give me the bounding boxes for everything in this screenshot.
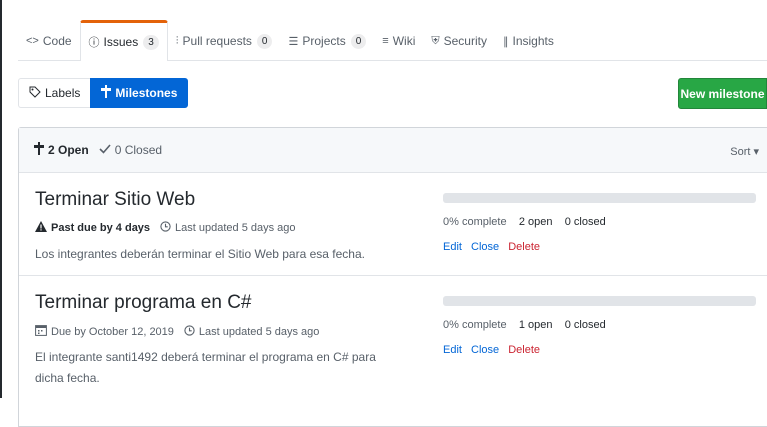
issue-icon: ⓘ: [88, 37, 100, 49]
tab-label: Pull requests: [182, 34, 252, 48]
labels-button[interactable]: Labels: [18, 78, 91, 108]
milestone-icon: [34, 142, 44, 158]
pull-request-icon: ⫶: [175, 34, 179, 47]
last-updated: Last updated 5 days ago: [175, 222, 296, 234]
milestone-meta: Past due by 4 days Last updated 5 days a…: [35, 221, 296, 235]
state-filter: 2 Open 0 Closed: [34, 142, 172, 158]
tag-icon: [29, 86, 41, 101]
milestone-actions: Edit Close Delete: [443, 344, 546, 356]
new-milestone-button[interactable]: New milestone: [678, 78, 767, 109]
delete-link[interactable]: Delete: [508, 241, 540, 253]
tab-label: Insights: [512, 34, 554, 48]
percent-complete: 0% complete: [443, 319, 507, 331]
open-filter[interactable]: 2 Open: [34, 142, 89, 158]
milestones-list: 2 Open 0 Closed Sort ▾ Terminar Sitio We…: [18, 127, 767, 427]
milestones-button[interactable]: Milestones: [90, 78, 189, 108]
milestone-stats: 0% complete 1 open 0 closed: [443, 319, 606, 331]
closed-issues-link[interactable]: 0 closed: [565, 216, 606, 228]
due-date: Due by October 12, 2019: [51, 325, 174, 338]
milestone-icon: [101, 85, 112, 101]
tab-label: Security: [443, 34, 487, 48]
labels-milestones-subnav: Labels Milestones: [18, 78, 189, 108]
open-issues-link[interactable]: 1 open: [519, 319, 553, 331]
milestone-title[interactable]: Terminar programa en C#: [35, 292, 251, 314]
milestone-actions: Edit Close Delete: [443, 241, 546, 253]
calendar-icon: [35, 324, 47, 339]
projects-counter: 0: [350, 33, 367, 49]
code-icon: <>: [26, 35, 39, 47]
open-count: 2 Open: [48, 143, 89, 157]
milestone-stats: 0% complete 2 open 0 closed: [443, 216, 606, 228]
close-link[interactable]: Close: [471, 241, 499, 253]
milestone-meta: Due by October 12, 2019 Last updated 5 d…: [35, 324, 319, 339]
issues-counter: 3: [143, 34, 159, 50]
tab-label: Wiki: [392, 34, 416, 48]
tab-insights[interactable]: ∥ Insights: [495, 22, 562, 60]
closed-filter[interactable]: 0 Closed: [99, 143, 162, 157]
milestone-description: El integrante santi1492 deberá terminar …: [35, 350, 376, 385]
progress-bar: [443, 296, 756, 306]
tab-wiki[interactable]: ≡ Wiki: [374, 22, 423, 60]
milestone-title[interactable]: Terminar Sitio Web: [35, 189, 195, 211]
closed-issues-link[interactable]: 0 closed: [565, 319, 606, 331]
tab-issues[interactable]: ⓘ Issues 3: [79, 20, 168, 61]
repo-tabnav: <> Code ⓘ Issues 3 ⫶ Pull requests 0 ☰ P…: [18, 20, 767, 61]
edit-link[interactable]: Edit: [443, 241, 462, 253]
tab-label: Code: [42, 34, 72, 48]
edit-link[interactable]: Edit: [443, 344, 462, 356]
milestone-item: Terminar programa en C# Due by October 1…: [19, 276, 767, 406]
tab-code[interactable]: <> Code: [18, 22, 80, 60]
close-link[interactable]: Close: [471, 344, 499, 356]
progress-bar: [443, 193, 756, 203]
percent-complete: 0% complete: [443, 216, 507, 228]
due-status: Past due by 4 days: [51, 222, 151, 234]
clock-icon: [184, 324, 195, 339]
pull-requests-counter: 0: [256, 33, 273, 49]
closed-count: 0 Closed: [114, 143, 163, 157]
tab-projects[interactable]: ☰ Projects 0: [280, 22, 374, 60]
book-icon: ≡: [382, 35, 389, 47]
tab-label: Projects: [302, 34, 346, 48]
project-icon: ☰: [288, 35, 299, 48]
alert-icon: [35, 221, 47, 235]
graph-icon: ∥: [502, 35, 509, 48]
milestone-description: Los integrantes deberán terminar el Siti…: [35, 247, 365, 261]
clock-icon: [160, 221, 171, 235]
labels-label: Labels: [45, 86, 81, 100]
window-edge: [0, 0, 2, 398]
sort-dropdown[interactable]: Sort ▾: [730, 145, 759, 158]
milestones-label: Milestones: [115, 86, 178, 100]
delete-link[interactable]: Delete: [508, 344, 540, 356]
milestone-item: Terminar Sitio Web Past due by 4 days La…: [19, 173, 767, 276]
open-issues-link[interactable]: 2 open: [519, 216, 553, 228]
tab-security[interactable]: ⛨ Security: [423, 22, 495, 60]
shield-icon: ⛨: [431, 34, 440, 47]
last-updated: Last updated 5 days ago: [198, 325, 320, 338]
tab-label: Issues: [103, 35, 139, 49]
check-icon: [99, 143, 111, 157]
list-header: 2 Open 0 Closed Sort ▾: [19, 128, 767, 173]
tab-pull-requests[interactable]: ⫶ Pull requests 0: [168, 22, 281, 60]
